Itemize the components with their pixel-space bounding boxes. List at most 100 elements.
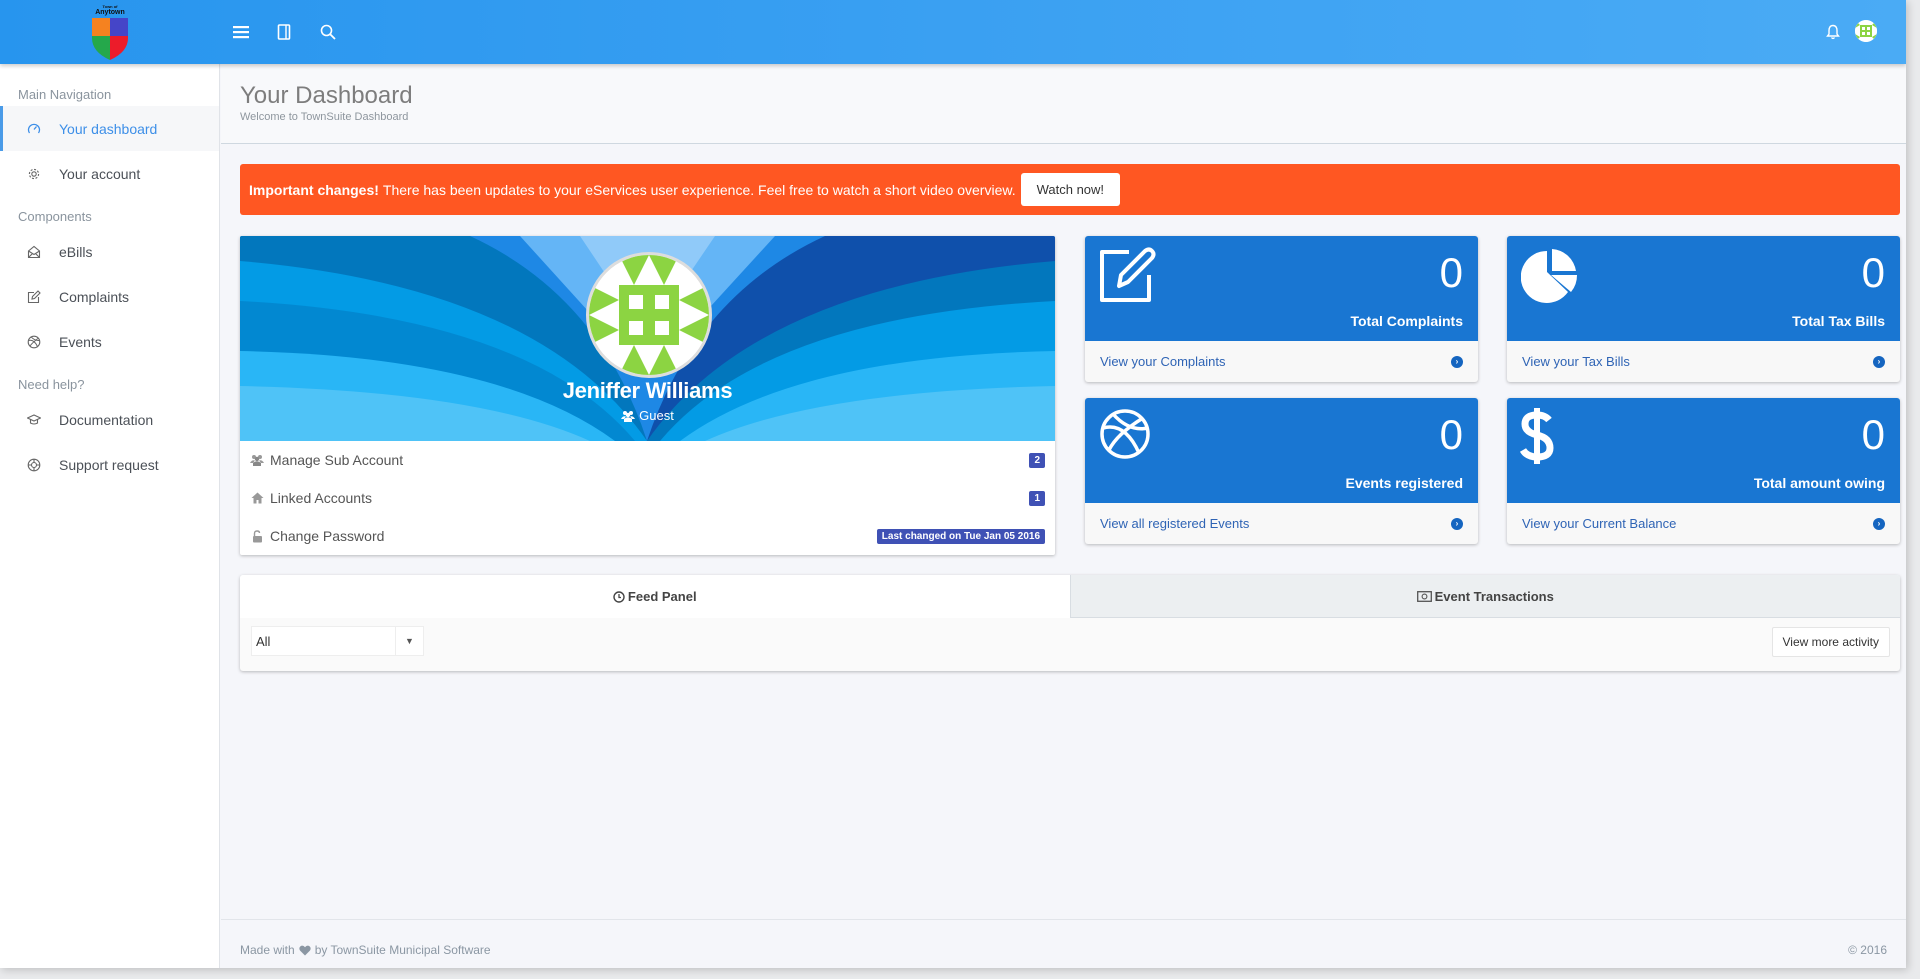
view-current-balance-link[interactable]: View your Current Balance ›: [1507, 503, 1900, 544]
footer-copyright: © 2016: [1848, 943, 1887, 957]
stat-link-label: View your Tax Bills: [1522, 354, 1630, 369]
stat-card-events: 0 Events registered View all registered …: [1085, 398, 1478, 544]
nav-heading-main: Main Navigation: [18, 87, 112, 102]
change-password-link[interactable]: Change Password Last changed on Tue Jan …: [250, 517, 1045, 555]
brand-logo[interactable]: Town of Anytown: [0, 0, 220, 64]
sidebar-item-account[interactable]: Your account: [0, 151, 219, 196]
chevron-right-circle-icon: ›: [1873, 517, 1885, 530]
stat-link-label: View your Complaints: [1100, 354, 1226, 369]
sidebar-item-documentation[interactable]: Documentation: [0, 397, 219, 442]
stat-label: Total amount owing: [1753, 475, 1885, 491]
stat-value: 0: [1439, 411, 1463, 458]
sidebar-item-label: Events: [59, 333, 102, 350]
sidebar-item-support[interactable]: Support request: [0, 442, 219, 487]
app-window: Town of Anytown Main Navigation Your das…: [0, 0, 1906, 968]
money-icon: [1416, 590, 1432, 602]
activity-filter-select[interactable]: All ▼: [251, 626, 424, 656]
lifebuoy-icon: [26, 457, 42, 473]
profile-name: Jeniffer Williams: [562, 378, 733, 403]
gear-icon: [26, 166, 42, 182]
caret-down-icon: ▼: [395, 627, 423, 655]
tab-event-transactions[interactable]: Event Transactions: [1069, 575, 1900, 618]
town-crest-logo: Town of Anytown: [90, 5, 130, 60]
sub-account-count-badge: 2: [1029, 452, 1045, 468]
users-icon: [250, 453, 264, 467]
basketball-icon: [1099, 408, 1151, 465]
stat-label: Total Complaints: [1350, 313, 1463, 329]
clock-icon: [613, 590, 625, 603]
page-subtitle: Welcome to TownSuite Dashboard: [240, 111, 409, 123]
stat-link-label: View all registered Events: [1100, 516, 1250, 531]
nav-heading-components: Components: [18, 209, 92, 224]
footer-made-with: Made with: [240, 943, 295, 957]
profile-avatar[interactable]: [586, 252, 712, 378]
footer-by: by TownSuite Municipal Software: [314, 943, 491, 957]
tab-label: Feed Panel: [627, 589, 697, 604]
profile-links: Manage Sub Account 2 Linked Accounts 1 C…: [240, 441, 1055, 555]
view-more-activity-button[interactable]: View more activity: [1771, 627, 1890, 657]
footer-credits: Made with by TownSuite Municipal Softwar…: [240, 943, 491, 957]
linked-accounts-count-badge: 1: [1029, 490, 1045, 506]
password-last-changed-badge: Last changed on Tue Jan 05 2016: [876, 528, 1045, 544]
feed-tabs-panel: Feed Panel Event Transactions All ▼ View…: [240, 575, 1900, 671]
important-changes-alert: Important changes! There has been update…: [240, 164, 1900, 215]
stat-link-label: View your Current Balance: [1522, 516, 1677, 531]
logo-town-name: Anytown: [95, 9, 125, 16]
stat-label: Total Tax Bills: [1792, 313, 1885, 329]
sidebar-item-label: Documentation: [59, 411, 154, 428]
view-events-link[interactable]: View all registered Events ›: [1085, 503, 1478, 544]
users-icon: [621, 410, 636, 422]
profile-card: Jeniffer Williams Guest Manage Sub Accou…: [240, 236, 1055, 555]
pie-chart-icon: [1520, 246, 1579, 309]
bell-icon[interactable]: [1821, 20, 1845, 44]
footer: Made with by TownSuite Municipal Softwar…: [221, 919, 1906, 968]
view-complaints-link[interactable]: View your Complaints ›: [1085, 341, 1478, 382]
chevron-right-circle-icon: ›: [1451, 517, 1463, 530]
dollar-icon: [1519, 406, 1555, 471]
stat-value: 0: [1861, 411, 1885, 458]
heart-icon: [299, 945, 311, 955]
row-label: Linked Accounts: [270, 490, 372, 506]
row-label: Manage Sub Account: [270, 452, 404, 468]
unlock-icon: [250, 529, 264, 543]
select-value: All: [256, 633, 271, 649]
search-icon[interactable]: [316, 20, 340, 44]
sidebar-item-label: Your account: [59, 165, 141, 182]
top-header: Town of Anytown: [0, 0, 1906, 64]
notebook-icon[interactable]: [272, 20, 296, 44]
sidebar-item-complaints[interactable]: Complaints: [0, 274, 219, 319]
sidebar-item-events[interactable]: Events: [0, 319, 219, 364]
sidebar-item-label: Support request: [59, 456, 159, 473]
stat-card-amount-owing: 0 Total amount owing View your Current B…: [1507, 398, 1900, 544]
stat-card-tax-bills: 0 Total Tax Bills View your Tax Bills ›: [1507, 236, 1900, 382]
stat-label: Events registered: [1345, 475, 1464, 491]
profile-banner: Jeniffer Williams Guest: [240, 236, 1055, 441]
dashboard-icon: [26, 121, 42, 137]
crest-shield-icon: [92, 18, 128, 60]
edit-icon: [26, 289, 42, 305]
chevron-right-circle-icon: ›: [1873, 355, 1885, 368]
home-icon: [250, 491, 264, 505]
tab-label: Event Transactions: [1434, 588, 1554, 604]
watch-now-button[interactable]: Watch now!: [1020, 173, 1121, 206]
page-title: Your Dashboard: [240, 82, 413, 109]
sidebar-item-dashboard[interactable]: Your dashboard: [0, 106, 219, 151]
sidebar-item-ebills[interactable]: eBills: [0, 229, 219, 274]
stat-card-complaints: 0 Total Complaints View your Complaints …: [1085, 236, 1478, 382]
envelope-open-icon: [26, 244, 42, 260]
alert-message: There has been updates to your eServices…: [382, 181, 1016, 198]
page-header: Your Dashboard Welcome to TownSuite Dash…: [221, 64, 1906, 144]
chevron-right-circle-icon: ›: [1451, 355, 1463, 368]
profile-role-label: Guest: [639, 408, 674, 423]
menu-icon[interactable]: [229, 20, 253, 44]
user-avatar[interactable]: [1855, 20, 1877, 42]
tab-feed-panel[interactable]: Feed Panel: [240, 575, 1070, 618]
row-label: Change Password: [270, 528, 385, 544]
sidebar: Main Navigation Your dashboard Your acco…: [0, 64, 220, 968]
manage-sub-account-link[interactable]: Manage Sub Account 2: [250, 441, 1045, 479]
sidebar-item-label: Complaints: [59, 288, 130, 305]
basketball-icon: [26, 334, 42, 350]
view-tax-bills-link[interactable]: View your Tax Bills ›: [1507, 341, 1900, 382]
stat-value: 0: [1439, 249, 1463, 296]
linked-accounts-link[interactable]: Linked Accounts 1: [250, 479, 1045, 517]
